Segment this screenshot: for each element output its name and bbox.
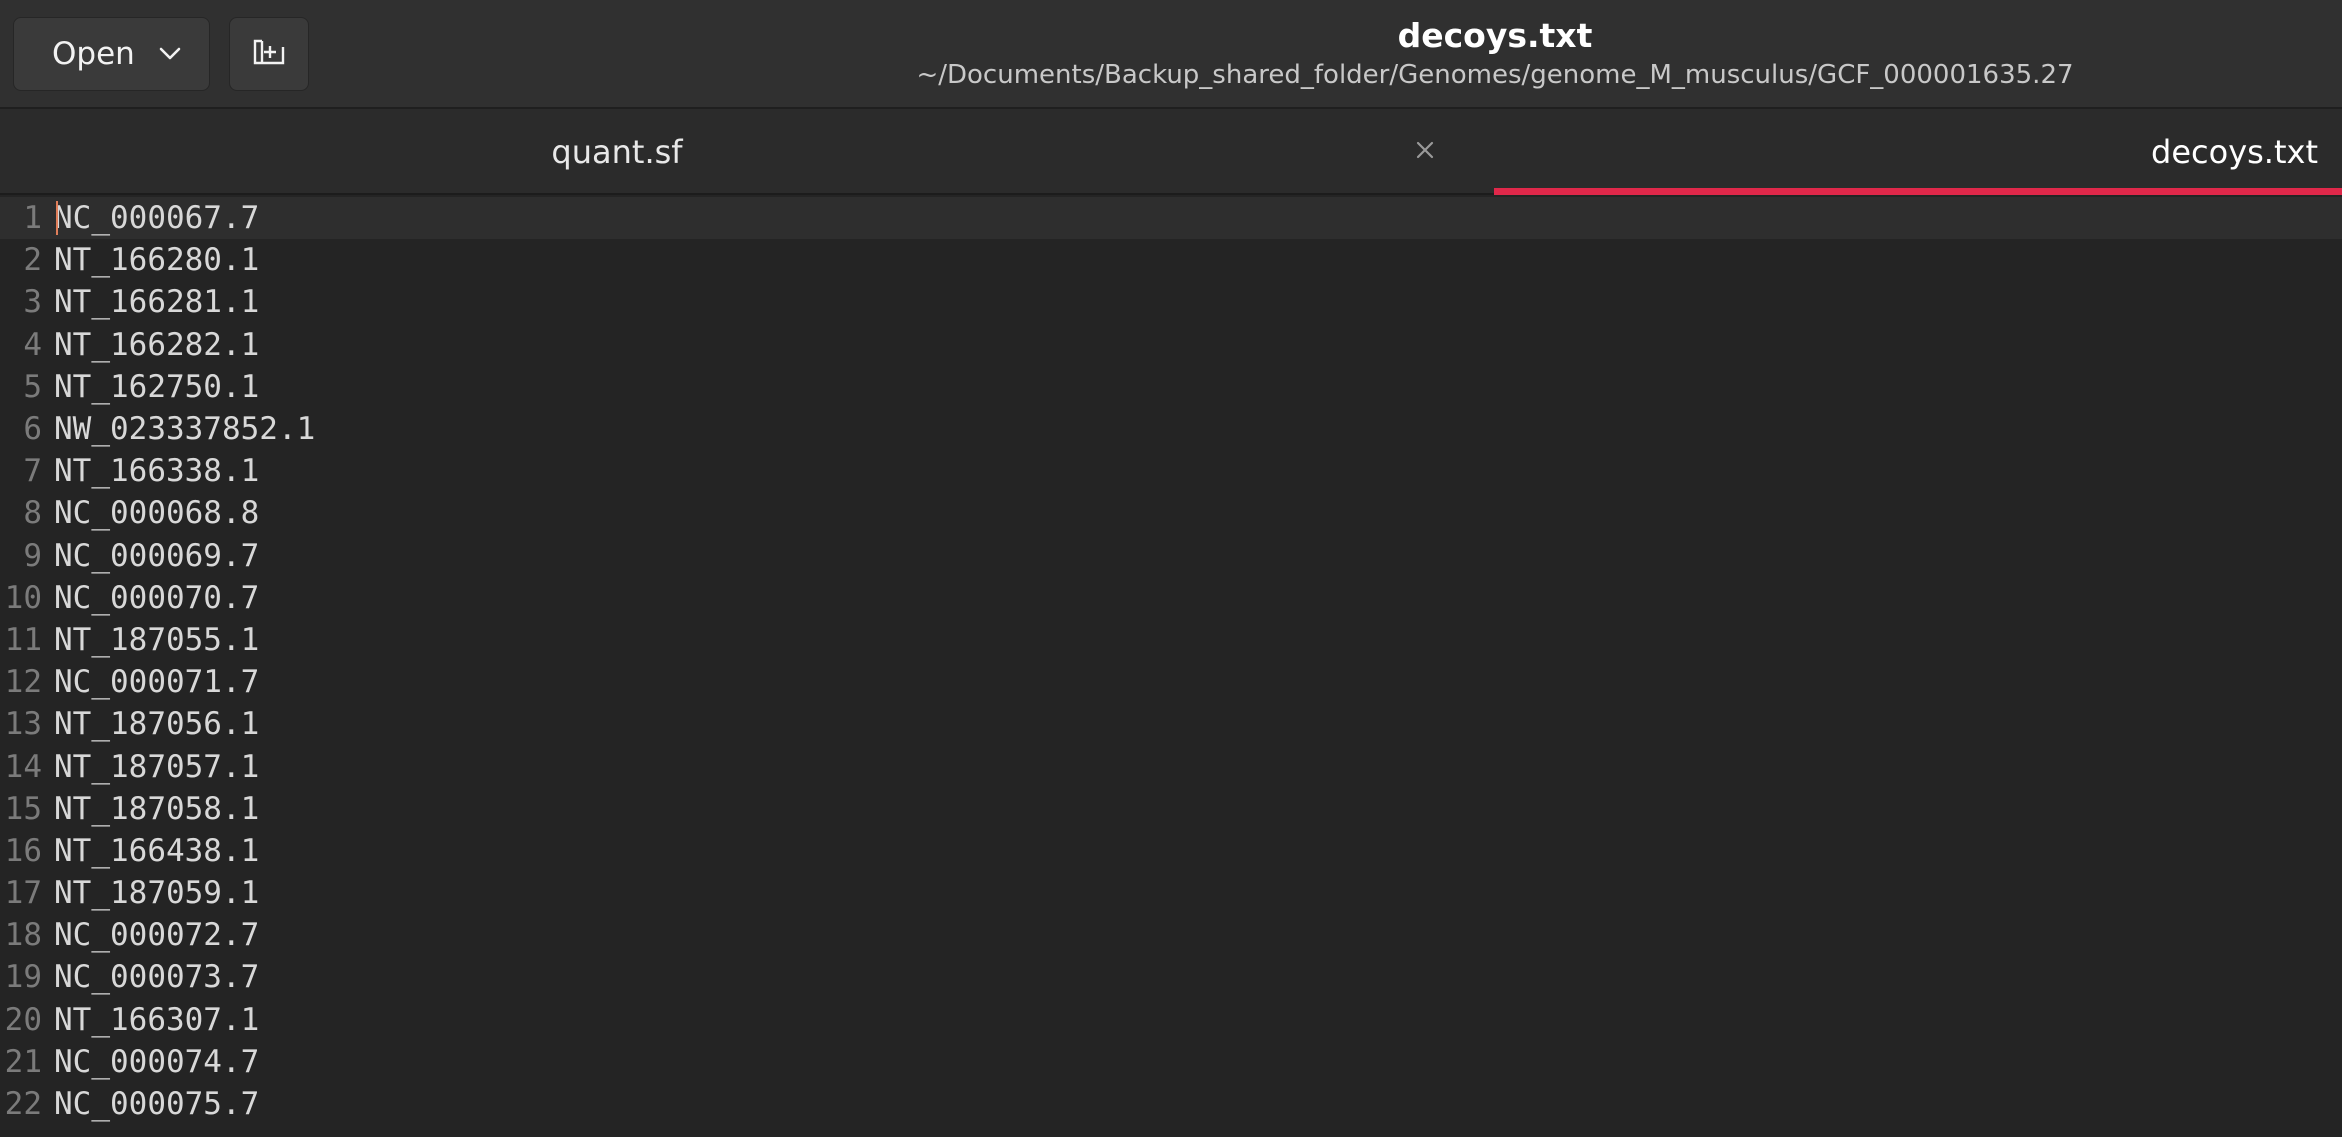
line-text[interactable]: NT_187059.1 bbox=[46, 875, 259, 911]
line-number: 21 bbox=[4, 1043, 42, 1080]
line-text[interactable]: NT_187058.1 bbox=[46, 791, 259, 827]
line-number: 13 bbox=[4, 706, 42, 743]
line-number: 11 bbox=[4, 621, 42, 658]
editor-line[interactable]: 1 NC_000067.7 bbox=[0, 197, 2342, 240]
header-bar: Open decoys.txt ~/Documents/Backup_share… bbox=[0, 0, 2342, 109]
line-text[interactable]: NT_166280.1 bbox=[46, 242, 259, 278]
editor-line[interactable]: 22 NC_000075.7 bbox=[0, 1083, 2342, 1125]
editor-line[interactable]: 21 NC_000074.7 bbox=[0, 1041, 2342, 1083]
editor-line[interactable]: 4 NT_166282.1 bbox=[0, 324, 2342, 366]
tab-quant-sf[interactable]: quant.sf bbox=[0, 109, 1494, 195]
window-title: decoys.txt bbox=[1397, 16, 1593, 55]
line-text[interactable]: NT_166282.1 bbox=[46, 327, 259, 363]
text-editor-window: Open decoys.txt ~/Documents/Backup_share… bbox=[0, 0, 2342, 1137]
line-text[interactable]: NT_187056.1 bbox=[46, 706, 259, 742]
line-text[interactable]: NC_000072.7 bbox=[46, 917, 259, 953]
line-text[interactable]: NC_000074.7 bbox=[46, 1044, 259, 1080]
line-number: 2 bbox=[23, 242, 42, 279]
editor-line[interactable]: 13 NT_187056.1 bbox=[0, 703, 2342, 745]
line-number: 5 bbox=[23, 368, 42, 405]
tab-label: decoys.txt bbox=[2151, 133, 2318, 171]
line-number: 6 bbox=[23, 411, 42, 448]
editor-line[interactable]: 16 NT_166438.1 bbox=[0, 830, 2342, 872]
new-document-button[interactable] bbox=[229, 17, 309, 91]
active-tab-indicator bbox=[1494, 188, 2342, 195]
line-number: 15 bbox=[4, 790, 42, 827]
line-number: 14 bbox=[4, 748, 42, 785]
editor-line[interactable]: 20 NT_166307.1 bbox=[0, 999, 2342, 1041]
line-number: 10 bbox=[4, 579, 42, 616]
line-text[interactable]: NC_000070.7 bbox=[46, 580, 259, 616]
line-text[interactable]: NT_166281.1 bbox=[46, 284, 259, 320]
line-text[interactable]: NC_000075.7 bbox=[46, 1086, 259, 1122]
tab-decoys-txt[interactable]: decoys.txt bbox=[1494, 109, 2342, 195]
line-number: 9 bbox=[23, 537, 42, 574]
editor-line[interactable]: 2 NT_166280.1 bbox=[0, 239, 2342, 281]
line-text[interactable]: NT_166338.1 bbox=[46, 453, 259, 489]
editor-line[interactable]: 18 NC_000072.7 bbox=[0, 914, 2342, 956]
text-cursor bbox=[56, 201, 58, 235]
tab-bar: quant.sf decoys.txt bbox=[0, 109, 2342, 195]
line-text[interactable]: NT_166307.1 bbox=[46, 1002, 259, 1038]
close-tab-button[interactable] bbox=[1410, 109, 1440, 195]
line-number: 1 bbox=[23, 200, 42, 237]
line-text[interactable]: NT_187057.1 bbox=[46, 749, 259, 785]
line-text[interactable]: NT_187055.1 bbox=[46, 622, 259, 658]
line-text[interactable]: NC_000073.7 bbox=[46, 959, 259, 995]
editor-line[interactable]: 5 NT_162750.1 bbox=[0, 366, 2342, 408]
line-number: 16 bbox=[4, 832, 42, 869]
editor-line[interactable]: 8 NC_000068.8 bbox=[0, 492, 2342, 534]
close-icon bbox=[1415, 140, 1435, 164]
line-number: 7 bbox=[23, 453, 42, 490]
line-number: 19 bbox=[4, 959, 42, 996]
line-text[interactable]: NC_000067.7 bbox=[46, 200, 259, 236]
file-path-subtitle: ~/Documents/Backup_shared_folder/Genomes… bbox=[916, 60, 2074, 90]
line-text[interactable]: NC_000068.8 bbox=[46, 495, 259, 531]
window-title-block: decoys.txt ~/Documents/Backup_shared_fol… bbox=[880, 14, 2110, 92]
line-text[interactable]: NT_166438.1 bbox=[46, 833, 259, 869]
line-number: 18 bbox=[4, 917, 42, 954]
line-text[interactable]: NC_000069.7 bbox=[46, 538, 259, 574]
editor-line[interactable]: 10 NC_000070.7 bbox=[0, 577, 2342, 619]
line-number: 12 bbox=[4, 664, 42, 701]
open-button-label: Open bbox=[52, 36, 135, 72]
line-number: 20 bbox=[4, 1001, 42, 1038]
editor-line[interactable]: 15 NT_187058.1 bbox=[0, 788, 2342, 830]
editor-line[interactable]: 3 NT_166281.1 bbox=[0, 281, 2342, 323]
text-editor-area[interactable]: 1 NC_000067.7 2 NT_166280.1 3 NT_166281.1 4 NT_… bbox=[0, 197, 2342, 1137]
line-number: 4 bbox=[23, 326, 42, 363]
editor-line[interactable]: 9 NC_000069.7 bbox=[0, 535, 2342, 577]
open-button[interactable]: Open bbox=[13, 17, 210, 91]
new-document-icon bbox=[252, 38, 286, 70]
editor-line[interactable]: 14 NT_187057.1 bbox=[0, 745, 2342, 787]
editor-line[interactable]: 12 NC_000071.7 bbox=[0, 661, 2342, 703]
chevron-down-icon bbox=[159, 47, 181, 61]
line-number: 17 bbox=[4, 875, 42, 912]
line-text[interactable]: NT_162750.1 bbox=[46, 369, 259, 405]
editor-line[interactable]: 19 NC_000073.7 bbox=[0, 956, 2342, 998]
tab-label: quant.sf bbox=[551, 133, 683, 171]
editor-line[interactable]: 6 NW_023337852.1 bbox=[0, 408, 2342, 450]
line-text[interactable]: NW_023337852.1 bbox=[46, 411, 315, 447]
line-number: 8 bbox=[23, 495, 42, 532]
line-number: 22 bbox=[4, 1086, 42, 1123]
line-text[interactable]: NC_000071.7 bbox=[46, 664, 259, 700]
editor-line[interactable]: 17 NT_187059.1 bbox=[0, 872, 2342, 914]
editor-line[interactable]: 7 NT_166338.1 bbox=[0, 450, 2342, 492]
line-number: 3 bbox=[23, 284, 42, 321]
editor-line[interactable]: 11 NT_187055.1 bbox=[0, 619, 2342, 661]
